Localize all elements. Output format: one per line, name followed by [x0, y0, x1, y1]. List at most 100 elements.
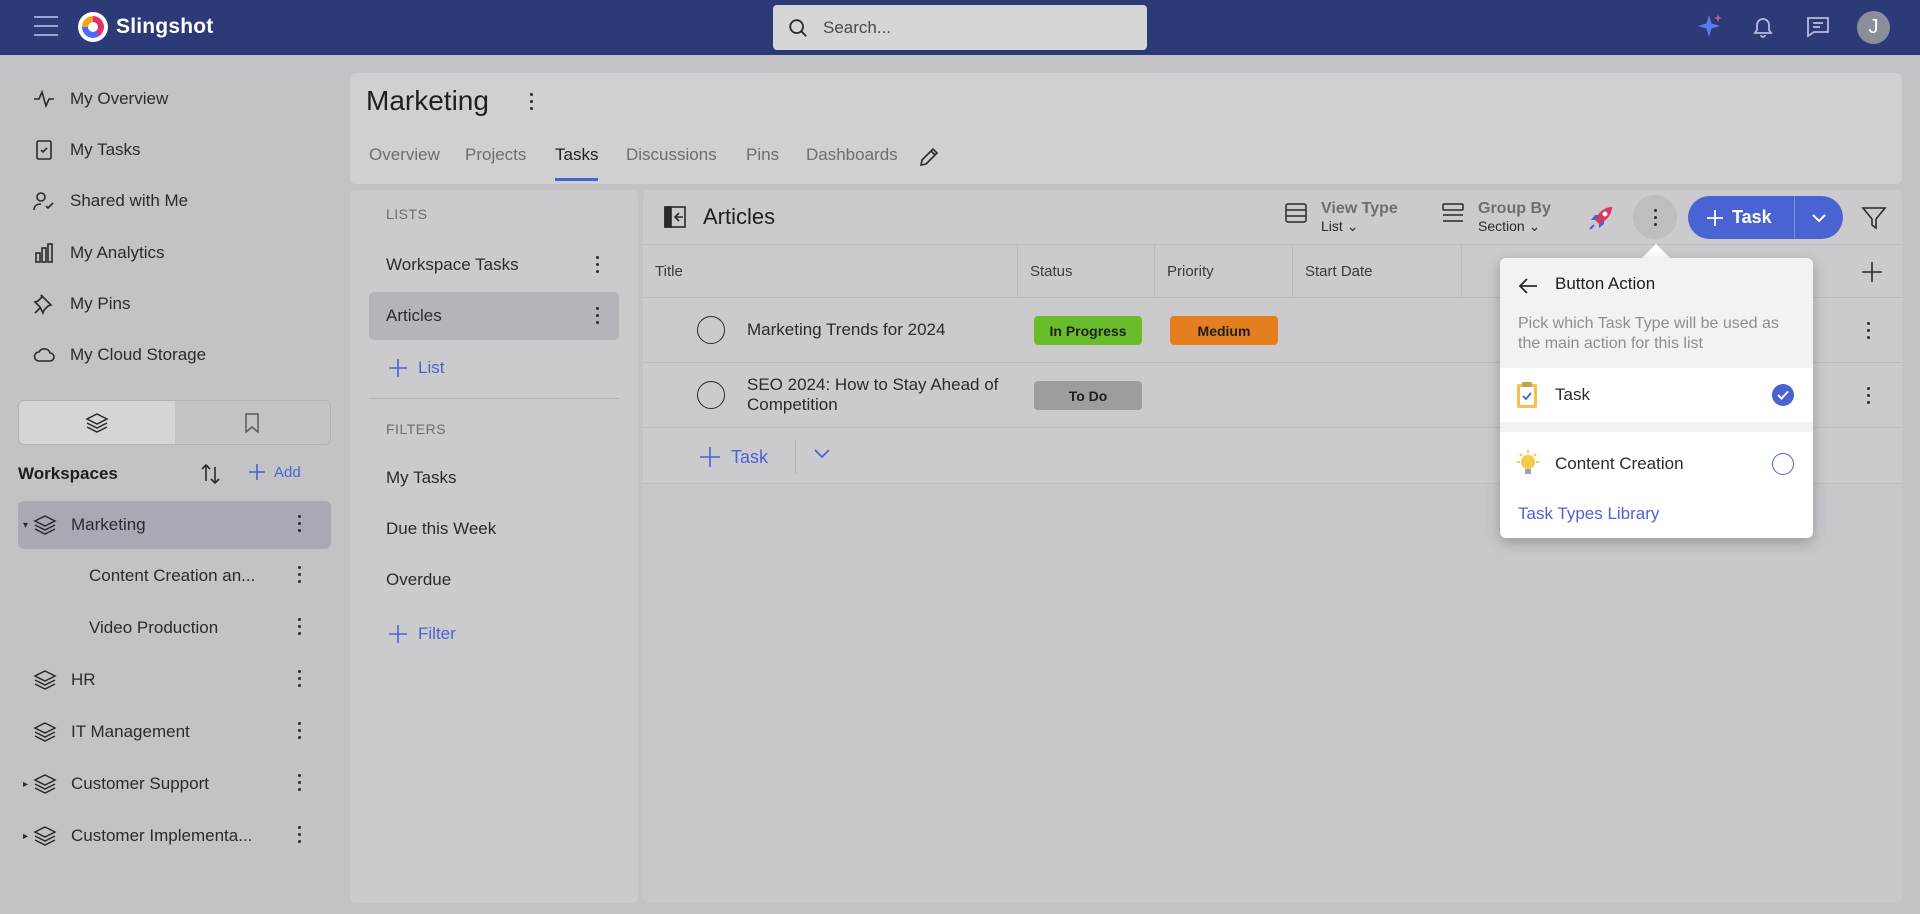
brand[interactable]: Slingshot — [78, 12, 213, 42]
complete-task-checkbox[interactable] — [697, 381, 725, 409]
more-options-icon[interactable] — [298, 566, 301, 587]
sort-icon[interactable] — [198, 461, 224, 487]
lists-section-label: LISTS — [386, 206, 428, 222]
add-list-label: List — [418, 358, 445, 377]
filter-item-due-this-week[interactable]: Due this Week — [369, 505, 619, 553]
search-box[interactable] — [773, 5, 1147, 50]
sidebar-item-my-cloud-storage[interactable]: My Cloud Storage — [32, 335, 332, 375]
radio-unchecked-icon[interactable] — [1772, 453, 1794, 475]
bell-icon[interactable] — [1748, 12, 1778, 42]
more-options-icon[interactable] — [530, 93, 533, 114]
sparkle-icon[interactable] — [1695, 12, 1725, 42]
more-options-icon[interactable] — [298, 618, 301, 639]
layers-icon — [33, 515, 57, 535]
view-type-value: List — [1321, 218, 1343, 234]
complete-task-checkbox[interactable] — [697, 316, 725, 344]
add-workspace-button[interactable]: Add — [248, 463, 301, 481]
workspace-item[interactable]: ▾ Marketing — [18, 501, 331, 549]
add-task-button[interactable]: Task — [1688, 196, 1843, 239]
more-options-button[interactable] — [1633, 195, 1677, 239]
caret-down-icon[interactable]: ▾ — [23, 520, 33, 531]
inline-add-task-button[interactable]: Task — [699, 446, 768, 468]
tab-tasks[interactable]: Tasks — [555, 145, 599, 181]
bookmarks-toggle-button[interactable] — [175, 401, 331, 444]
caret-right-icon[interactable]: ▸ — [23, 831, 33, 842]
column-header-title[interactable]: Title — [643, 245, 1018, 298]
sidebar-item-label: Shared with Me — [70, 191, 189, 210]
add-column-icon[interactable] — [1861, 261, 1883, 283]
radio-checked-icon[interactable] — [1772, 384, 1794, 406]
option-label: Content Creation — [1555, 454, 1684, 473]
pencil-icon[interactable] — [917, 145, 941, 169]
list-item-articles[interactable]: Articles — [369, 292, 619, 340]
more-options-icon[interactable] — [298, 515, 301, 536]
more-options-icon — [1653, 208, 1657, 230]
tab-discussions[interactable]: Discussions — [626, 145, 717, 181]
workspaces-toggle-button[interactable] — [19, 401, 175, 444]
tab-projects[interactable]: Projects — [465, 145, 526, 181]
workspace-item[interactable]: IT Management — [18, 708, 331, 756]
rocket-icon[interactable] — [1586, 203, 1616, 233]
column-header-start-date[interactable]: Start Date — [1293, 245, 1462, 298]
collapse-panel-icon[interactable] — [663, 205, 687, 229]
add-filter-button[interactable]: Filter — [388, 624, 456, 644]
sidebar-item-my-analytics[interactable]: My Analytics — [32, 233, 332, 273]
list-view-icon — [1285, 203, 1307, 223]
chat-icon[interactable] — [1803, 12, 1833, 42]
more-options-icon[interactable] — [298, 826, 301, 847]
workspace-label: Customer Implementa... — [71, 826, 253, 845]
filter-item-my-tasks[interactable]: My Tasks — [369, 454, 619, 502]
more-options-icon[interactable] — [298, 722, 301, 743]
popup-header: Button Action Pick which Task Type will … — [1500, 258, 1813, 368]
task-type-dropdown[interactable] — [1795, 213, 1843, 223]
task-type-option-content-creation[interactable]: Content Creation — [1500, 437, 1813, 491]
tab-dashboards[interactable]: Dashboards — [806, 145, 898, 181]
task-title[interactable]: Marketing Trends for 2024 — [747, 320, 1017, 340]
sidebar-item-my-overview[interactable]: My Overview — [32, 79, 332, 119]
caret-right-icon[interactable]: ▸ — [23, 779, 33, 790]
more-options-icon[interactable] — [298, 670, 301, 691]
plus-icon — [700, 447, 720, 467]
add-task-main[interactable]: Task — [1688, 196, 1794, 239]
status-badge[interactable]: In Progress — [1034, 316, 1142, 345]
task-title[interactable]: SEO 2024: How to Stay Ahead of Competiti… — [747, 375, 1017, 415]
more-options-icon[interactable] — [596, 256, 599, 277]
sidebar-item-my-pins[interactable]: My Pins — [32, 284, 332, 324]
column-header-status[interactable]: Status — [1018, 245, 1155, 298]
sidebar-item-shared-with-me[interactable]: Shared with Me — [32, 181, 332, 221]
search-input[interactable] — [823, 17, 1123, 38]
tab-overview[interactable]: Overview — [369, 145, 440, 181]
column-header-priority[interactable]: Priority — [1155, 245, 1293, 298]
task-types-library-link[interactable]: Task Types Library — [1518, 504, 1659, 524]
more-options-icon[interactable] — [596, 307, 599, 328]
add-list-button[interactable]: List — [388, 358, 444, 378]
chevron-down-icon[interactable] — [813, 448, 831, 460]
more-options-icon[interactable] — [1867, 322, 1870, 343]
user-check-icon — [33, 192, 54, 211]
workspace-subitem[interactable]: Video Production — [18, 604, 331, 652]
filter-item-overdue[interactable]: Overdue — [369, 556, 619, 604]
workspace-subitem[interactable]: Content Creation an... — [18, 552, 331, 600]
sidebar-item-my-tasks[interactable]: My Tasks — [32, 130, 332, 170]
more-options-icon[interactable] — [1867, 387, 1870, 408]
group-by-selector[interactable]: Group By Section ⌄ — [1440, 200, 1551, 234]
menu-icon[interactable] — [34, 16, 58, 38]
divider — [1500, 422, 1813, 432]
chevron-down-icon: ⌄ — [1346, 218, 1359, 234]
list-item-workspace-tasks[interactable]: Workspace Tasks — [369, 241, 619, 289]
group-icon — [1442, 203, 1464, 222]
workspace-item[interactable]: ▸ Customer Implementa... — [18, 812, 331, 860]
view-type-selector[interactable]: View Type List ⌄ — [1283, 200, 1398, 234]
workspace-item[interactable]: HR — [18, 656, 331, 704]
task-type-option-task[interactable]: Task — [1500, 368, 1813, 422]
workspace-item[interactable]: ▸ Customer Support — [18, 760, 331, 808]
filter-icon[interactable] — [1861, 205, 1887, 231]
priority-badge[interactable]: Medium — [1170, 316, 1278, 345]
arrow-left-icon[interactable] — [1516, 274, 1540, 298]
sidebar-item-label: My Pins — [70, 294, 131, 313]
avatar[interactable]: J — [1857, 11, 1890, 44]
more-options-icon[interactable] — [298, 774, 301, 795]
status-badge[interactable]: To Do — [1034, 381, 1142, 410]
tab-pins[interactable]: Pins — [746, 145, 779, 181]
sidebar-item-label: My Tasks — [70, 140, 141, 159]
